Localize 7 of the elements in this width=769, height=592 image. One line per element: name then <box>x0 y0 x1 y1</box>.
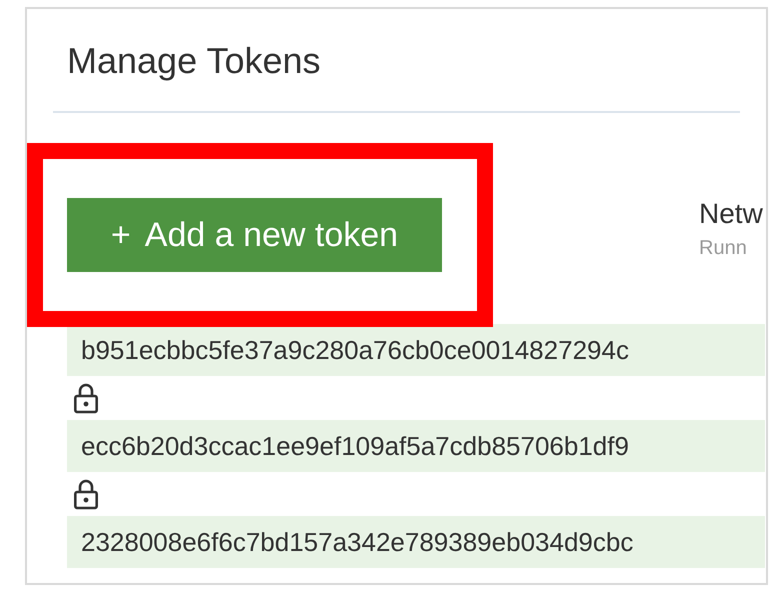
section-heading: Netw <box>699 197 763 231</box>
token-value: 2328008e6f6c7bd157a342e789389eb034d9cbc <box>67 516 765 568</box>
add-token-button[interactable]: + Add a new token <box>67 198 442 272</box>
token-value: ecc6b20d3ccac1ee9ef109af5a7cdb85706b1df9 <box>67 420 765 472</box>
token-value: b951ecbbc5fe37a9c280a76cb0ce0014827294c <box>67 324 765 376</box>
page-title: Manage Tokens <box>67 39 322 83</box>
section-subheading: Runn <box>699 236 748 261</box>
